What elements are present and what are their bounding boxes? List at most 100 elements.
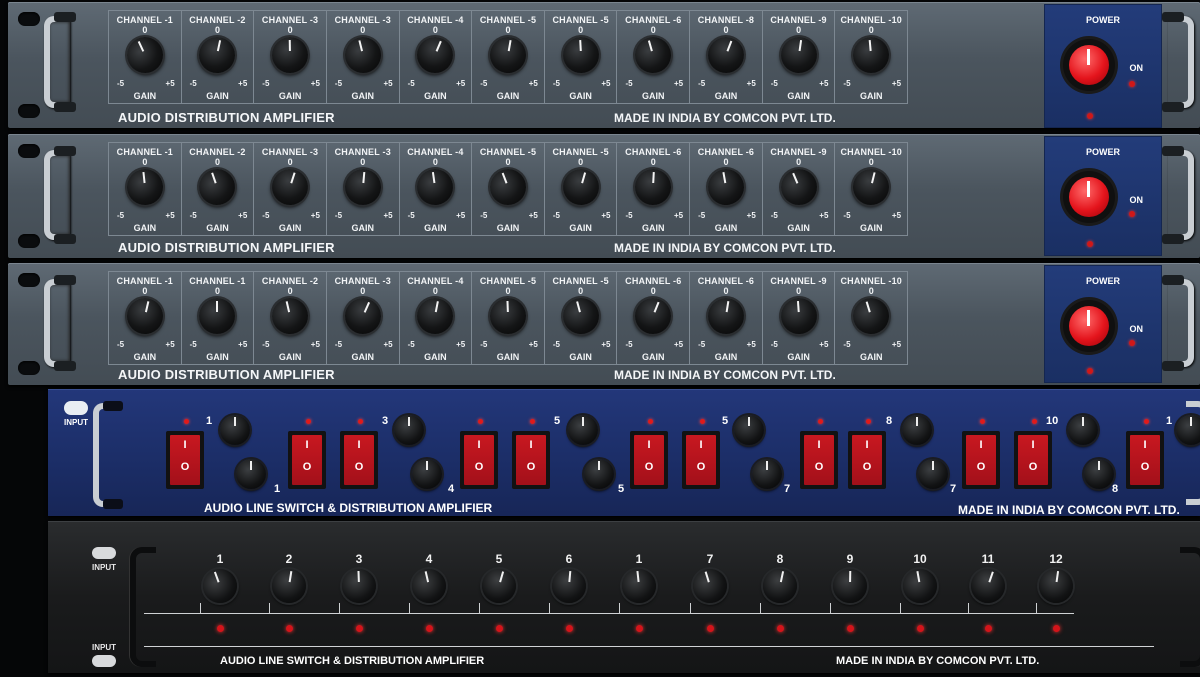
rack-handle-right[interactable] [1162, 275, 1194, 371]
level-knob[interactable] [269, 566, 309, 606]
gain-zero-label: 0 [505, 157, 511, 167]
level-knob[interactable] [568, 415, 598, 445]
level-knob[interactable] [1176, 415, 1200, 445]
input-label: INPUT [64, 418, 88, 427]
switch-status-led [1144, 419, 1149, 424]
gain-knob[interactable] [343, 167, 383, 207]
rocker-switch[interactable]: IO [460, 431, 498, 489]
rack-handle-left[interactable] [44, 275, 76, 371]
gain-knob[interactable] [702, 31, 750, 79]
gain-knob[interactable] [196, 33, 239, 77]
gain-knob[interactable] [411, 31, 459, 79]
channel-cell: CHANNEL -5 0 -5 +5 GAIN [545, 11, 618, 103]
rack-handle-left[interactable] [93, 401, 123, 509]
gain-knob[interactable] [487, 34, 529, 76]
gain-knob[interactable] [489, 297, 527, 335]
rocker-switch[interactable]: IO [682, 431, 720, 489]
gain-knob[interactable] [271, 36, 309, 74]
gain-min-label: -5 [480, 79, 488, 88]
rocker-switch[interactable]: IO [962, 431, 1000, 489]
level-knob[interactable] [966, 564, 1010, 608]
gain-zero-label: 0 [650, 25, 656, 35]
power-knob[interactable] [1063, 171, 1115, 223]
channel-number: 7 [784, 483, 791, 495]
level-knob[interactable] [1084, 459, 1114, 489]
gain-knob[interactable] [634, 168, 673, 206]
level-knob[interactable] [918, 459, 948, 489]
gain-knob[interactable] [778, 34, 819, 76]
rocker-switch[interactable]: IO [800, 431, 838, 489]
level-knob[interactable] [584, 459, 614, 489]
level-knob[interactable] [550, 567, 588, 605]
level-knob[interactable] [198, 564, 242, 608]
gain-knob[interactable] [851, 35, 891, 75]
level-knob[interactable] [1068, 415, 1098, 445]
rocker-switch[interactable]: IO [166, 431, 204, 489]
gain-knob[interactable] [705, 295, 747, 337]
rack-handle-right[interactable] [1162, 146, 1194, 244]
gain-knob[interactable] [484, 163, 532, 211]
gain-knob[interactable] [774, 163, 823, 211]
level-knob[interactable] [900, 566, 940, 606]
distribution-amplifier-unit: CHANNEL -1 0 -5 +5 GAIN CHANNEL -2 0 -5 +5 GAIN CH… [8, 2, 1200, 128]
gain-knob[interactable] [268, 294, 312, 338]
gain-label: GAIN [133, 352, 157, 362]
gain-knob[interactable] [561, 36, 600, 74]
level-knob[interactable] [220, 415, 250, 445]
gain-knob[interactable] [123, 294, 167, 338]
gain-knob[interactable] [194, 164, 241, 210]
level-knob[interactable] [832, 568, 868, 604]
rocker-switch[interactable]: IO [340, 431, 378, 489]
level-knob[interactable] [477, 564, 521, 608]
gain-knob[interactable] [849, 165, 894, 209]
switch-status-led [358, 419, 363, 424]
level-knob[interactable] [394, 415, 424, 445]
level-knob[interactable] [408, 565, 450, 607]
gain-knob[interactable] [415, 166, 456, 208]
level-knob[interactable] [752, 459, 782, 489]
level-knob[interactable] [734, 415, 764, 445]
rocker-switch[interactable]: IO [512, 431, 550, 489]
gain-knob[interactable] [558, 293, 603, 339]
rocker-on-mark: I [1143, 439, 1147, 451]
rack-handle-right[interactable] [1180, 547, 1200, 667]
gain-knob[interactable] [125, 167, 165, 207]
power-knob[interactable] [1063, 300, 1115, 352]
gain-max-label: +5 [746, 340, 756, 349]
gain-knob[interactable] [558, 164, 603, 210]
gain-knob[interactable] [414, 294, 457, 338]
gain-knob[interactable] [705, 166, 747, 208]
rocker-switch[interactable]: IO [630, 431, 668, 489]
rack-handle-left[interactable] [44, 12, 76, 112]
rack-handle-right[interactable] [1162, 12, 1194, 112]
level-knob[interactable] [341, 568, 377, 604]
rocker-switch[interactable]: IO [848, 431, 886, 489]
gain-knob[interactable] [848, 293, 894, 339]
rocker-switch[interactable]: IO [1126, 431, 1164, 489]
gain-knob[interactable] [340, 33, 385, 77]
level-knob[interactable] [688, 564, 732, 608]
gain-knob[interactable] [631, 32, 676, 78]
channel-cell: CHANNEL -5 0 -5 +5 GAIN [545, 272, 618, 364]
gain-knob[interactable] [267, 164, 313, 210]
gain-zero-label: 0 [360, 286, 366, 296]
rack-ear-hole [18, 361, 40, 375]
gain-knob[interactable] [338, 292, 387, 340]
gain-knob[interactable] [199, 298, 236, 334]
rocker-switch[interactable]: IO [288, 431, 326, 489]
bus-tick [200, 603, 201, 613]
level-knob[interactable] [1036, 566, 1076, 606]
level-knob[interactable] [620, 567, 658, 605]
rack-ear-hole [18, 234, 40, 248]
power-knob[interactable] [1063, 39, 1115, 91]
gain-knob[interactable] [629, 292, 677, 340]
rack-handle-left[interactable] [44, 146, 76, 244]
level-knob[interactable] [412, 459, 442, 489]
gain-knob[interactable] [120, 31, 169, 79]
level-knob[interactable] [759, 565, 801, 607]
rocker-switch[interactable]: IO [1014, 431, 1052, 489]
channel-status-led [847, 625, 854, 632]
gain-knob[interactable] [779, 296, 818, 336]
level-knob[interactable] [236, 459, 266, 489]
level-knob[interactable] [902, 415, 932, 445]
